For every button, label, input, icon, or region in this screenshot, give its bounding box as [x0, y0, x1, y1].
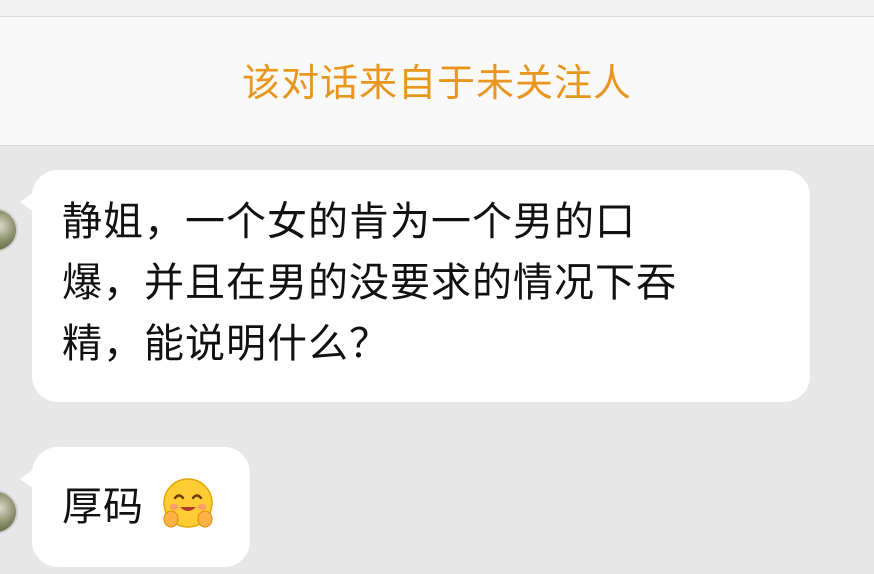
replier-avatar[interactable]: [0, 490, 18, 534]
hug-smiling-face-emoji: [163, 478, 213, 528]
message-bubble[interactable]: 静姐，一个女的肯为一个男的口 爆，并且在男的没要求的情况下吞 精，能说明什么？: [20, 170, 810, 402]
reply-bubble[interactable]: 厚码: [20, 447, 250, 567]
sender-avatar[interactable]: [0, 208, 18, 252]
reply-text: 厚码: [62, 484, 144, 530]
stranger-notice-text: 该对话来自于未关注人: [241, 61, 632, 105]
message-text: 静姐，一个女的肯为一个男的口 爆，并且在男的没要求的情况下吞 精，能说明什么？: [62, 199, 677, 367]
stranger-notice-bar: 该对话来自于未关注人: [0, 17, 874, 146]
top-strip: [0, 0, 874, 17]
chat-screen: 该对话来自于未关注人 静姐，一个女的肯为一个男的口 爆，并且在男的没要求的情况下…: [0, 0, 874, 574]
